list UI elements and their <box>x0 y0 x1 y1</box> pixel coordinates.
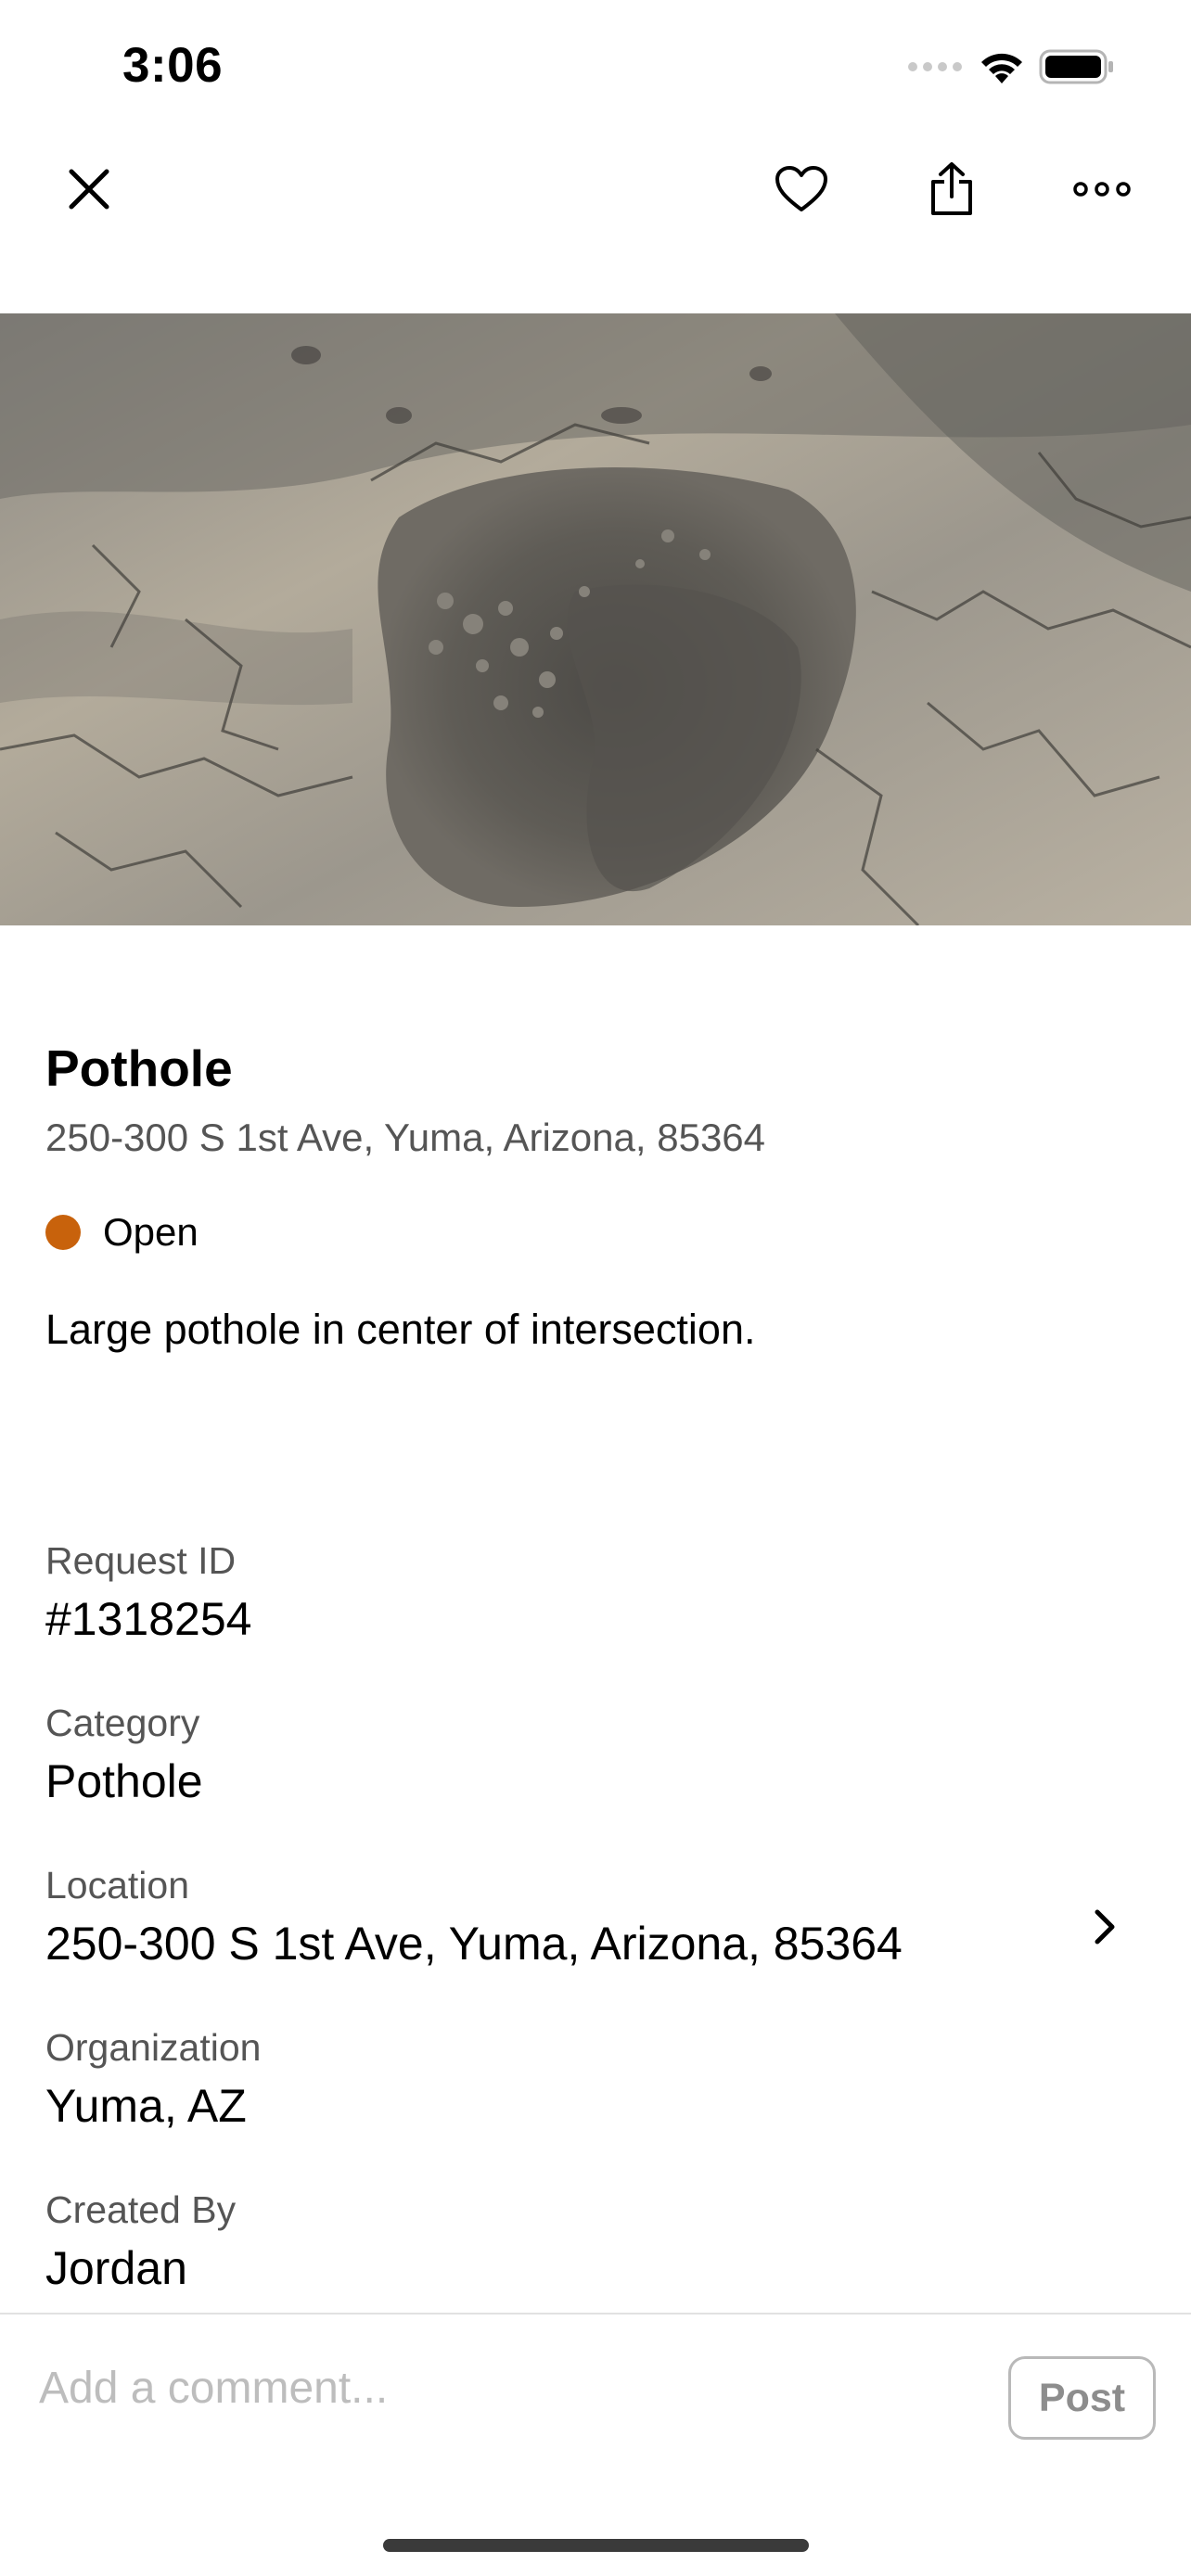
post-button[interactable]: Post <box>1008 2356 1156 2440</box>
detail-label: Request ID <box>45 1539 237 1582</box>
request-address: 250-300 S 1st Ave, Yuma, Arizona, 85364 <box>45 1116 766 1159</box>
detail-label: Category <box>45 1702 200 1744</box>
detail-organization: Organization Yuma, AZ <box>45 2024 1149 2134</box>
detail-value: #1318254 <box>45 1593 252 1645</box>
comment-input[interactable] <box>39 2346 985 2429</box>
detail-value: Jordan <box>45 2242 187 2294</box>
share-button[interactable] <box>907 147 996 236</box>
pothole-image <box>0 313 1191 925</box>
detail-category: Category Pothole <box>45 1700 1149 1809</box>
detail-value: 250-300 S 1st Ave, Yuma, Arizona, 85364 <box>45 1918 903 1970</box>
detail-request-id: Request ID #1318254 <box>45 1537 1149 1647</box>
status-dot-icon <box>45 1215 81 1250</box>
request-photo[interactable] <box>0 313 1191 925</box>
detail-value: Yuma, AZ <box>45 2080 247 2132</box>
share-icon <box>928 161 976 222</box>
detail-label: Location <box>45 1864 190 1906</box>
heart-icon <box>775 165 828 218</box>
more-icon <box>1073 181 1131 201</box>
status-icons <box>907 48 1115 90</box>
detail-created-by: Created By Jordan <box>45 2187 1149 2296</box>
request-description: Large pothole in center of intersection. <box>45 1306 756 1353</box>
detail-location[interactable]: Location 250-300 S 1st Ave, Yuma, Arizon… <box>45 1862 1149 1971</box>
battery-icon <box>1039 48 1115 90</box>
home-indicator[interactable] <box>383 2539 809 2552</box>
signal-icon <box>907 60 965 78</box>
detail-value: Pothole <box>45 1755 203 1807</box>
wifi-icon <box>978 48 1026 90</box>
status-label: Open <box>103 1210 198 1254</box>
status-time: 3:06 <box>122 38 224 93</box>
close-icon <box>66 166 112 217</box>
status-badge: Open <box>45 1210 198 1255</box>
detail-label: Organization <box>45 2026 262 2069</box>
comment-divider <box>0 2313 1191 2315</box>
close-button[interactable] <box>45 147 134 236</box>
detail-label: Created By <box>45 2188 237 2231</box>
chevron-right-icon[interactable] <box>1086 1899 1123 1955</box>
request-title: Pothole <box>45 1039 233 1097</box>
more-button[interactable] <box>1057 147 1146 236</box>
favorite-button[interactable] <box>757 147 846 236</box>
